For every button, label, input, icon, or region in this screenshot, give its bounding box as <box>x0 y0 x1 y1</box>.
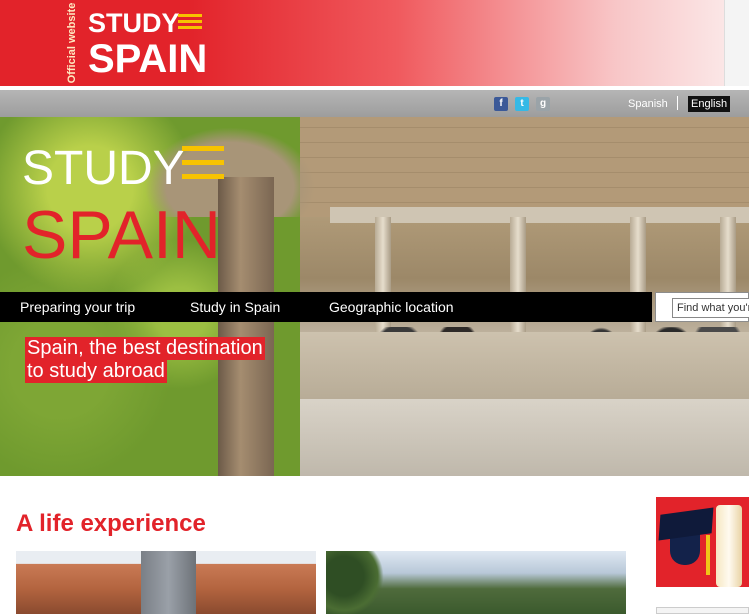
page: Official website STUDY IN SPAIN f t g Sp… <box>0 0 749 614</box>
facebook-icon[interactable]: f <box>494 97 508 111</box>
stone-ledge <box>280 399 749 476</box>
study-in-spain-logo[interactable]: STUDY IN SPAIN <box>88 6 208 78</box>
section-title: A life experience <box>16 510 206 537</box>
campus-photo-building[interactable] <box>16 551 316 614</box>
hero-tagline-line2: to study abroad <box>25 360 167 383</box>
cap-tassel <box>706 535 710 575</box>
language-divider <box>677 96 678 110</box>
graduation-banner[interactable] <box>656 497 749 587</box>
top-banner-scroll-area <box>724 0 749 86</box>
campus-photo-trees[interactable] <box>326 551 626 614</box>
language-english-link[interactable]: English <box>688 96 731 112</box>
official-website-text: Official website <box>66 2 78 84</box>
logo-spain-text: SPAIN <box>88 37 207 78</box>
language-spanish-link[interactable]: Spanish <box>628 98 668 110</box>
hero-study-in-spain-logo: STUDY IN SPAIN <box>22 142 224 262</box>
stone-balcony <box>300 332 749 402</box>
utility-bar: f t g Spanish English <box>0 90 749 117</box>
hero-tagline: Spain, the best destination to study abr… <box>25 337 265 383</box>
nav-item-preparing-your-trip[interactable]: Preparing your trip <box>20 299 135 315</box>
secondary-banner[interactable] <box>656 607 749 614</box>
brick-wall <box>290 117 749 217</box>
logo-study-text: STUDY <box>88 8 180 38</box>
nav-item-geographic-location[interactable]: Geographic location <box>329 299 454 315</box>
google-icon[interactable]: g <box>536 97 550 111</box>
main-nav: Preparing your trip Study in Spain Geogr… <box>0 292 652 322</box>
search-input[interactable] <box>672 298 749 318</box>
hero-logo-study-text: STUDY <box>22 142 185 195</box>
hero-logo-spain-text: SPAIN <box>22 197 221 262</box>
building-tower <box>141 551 196 614</box>
arcade-beam <box>330 207 749 223</box>
twitter-icon[interactable]: t <box>515 97 529 111</box>
official-website-label: Official website <box>58 2 86 84</box>
hero-tagline-line1: Spain, the best destination <box>25 337 265 360</box>
top-banner: Official website STUDY IN SPAIN <box>0 0 724 86</box>
diploma-scroll <box>716 505 742 587</box>
logo-in-mark: IN <box>178 14 202 29</box>
tree-shape <box>326 551 386 614</box>
nav-item-study-in-spain[interactable]: Study in Spain <box>190 299 280 315</box>
